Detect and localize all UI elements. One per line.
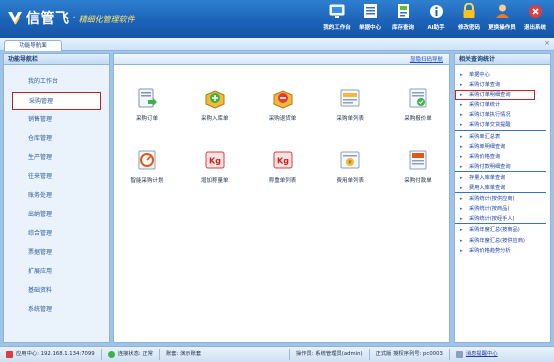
status-account: 账套: 演示账套: [160, 349, 290, 360]
tile-expense-list[interactable]: ¥ 费用单列表: [323, 140, 377, 202]
related-po-delivery-reminder[interactable]: 采购订单交货提醒: [455, 120, 546, 131]
sidebar-item-production[interactable]: 生产管理: [12, 149, 101, 167]
expense-list-icon: ¥: [338, 148, 362, 172]
inventory-query-icon: [394, 2, 412, 20]
app-header: 信管飞 · 精细化管理软件 我的工作台 单据中心 库存查询 AI助手 修改密码 …: [0, 0, 554, 38]
function-grid: 采购订单 采购入库单 采购退货单 采购单列表 采购报价单 智能采购计划 Kg 增…: [114, 78, 451, 202]
tile-purchase-inbound[interactable]: 采购入库单: [188, 78, 242, 140]
top-nav: 我的工作台 单据中心 库存查询 AI助手 修改密码 更换操作员 退出系统: [322, 2, 550, 36]
related-stats-by-supplier[interactable]: 采购统计(按供应商): [455, 194, 550, 204]
document-list-icon: [361, 2, 379, 20]
lock-icon: [460, 2, 478, 20]
exit-icon: [526, 2, 544, 20]
related-price-query[interactable]: 采购价格查询: [455, 152, 550, 162]
related-po-execution[interactable]: 采购订单执行情况: [455, 110, 550, 120]
status-server: 应用中心: 192.168.1.134:7099: [16, 351, 95, 357]
tile-purchase-quote[interactable]: 采购报价单: [391, 78, 445, 140]
status-connection: 连接状态: 正常: [117, 351, 153, 357]
sidebar-item-workbench[interactable]: 我的工作台: [12, 73, 101, 91]
related-title: 相关查询统计: [455, 54, 550, 65]
sidebar: 功能导航栏 我的工作台 采购管理 销售管理 仓库管理 生产管理 往来管理 账务处…: [3, 53, 110, 343]
sidebar-item-warehouse[interactable]: 仓库管理: [12, 130, 101, 148]
sidebar-item-bills[interactable]: 票据管理: [12, 244, 101, 262]
nav-exit-system[interactable]: 退出系统: [520, 2, 550, 36]
server-icon: [6, 351, 13, 358]
logo-mark-icon: [6, 9, 24, 27]
brand-name: 信管飞: [26, 11, 70, 27]
nav-document-center[interactable]: 单据中心: [355, 2, 385, 36]
related-po-detail-query[interactable]: 采购订单明细查询: [455, 90, 535, 100]
brand-logo: 信管飞 · 精细化管理软件: [6, 8, 135, 28]
user-icon: [493, 2, 511, 20]
sidebar-item-base-data[interactable]: 基础资料: [12, 282, 101, 300]
tab-function-navigation[interactable]: 功能导航面: [4, 40, 62, 51]
sidebar-item-accounts[interactable]: 往来管理: [12, 168, 101, 186]
sidebar-item-system[interactable]: 系统管理: [12, 301, 101, 319]
tile-weigh-bill-list[interactable]: Kg 称重单列表: [256, 140, 310, 202]
status-license: 正式版 授权序列号: pc0003: [370, 349, 450, 360]
related-price-trend[interactable]: 采购价格趋势分析: [455, 246, 550, 256]
message-center-link[interactable]: 消息提醒中心: [466, 349, 498, 360]
smart-plan-icon: [135, 148, 159, 172]
related-annual-by-product[interactable]: 采购年度汇总(按商品): [455, 225, 550, 235]
main-panel: 显隐扫码导航 采购订单 采购入库单 采购退货单 采购单列表 采购报价单 智能采购…: [113, 53, 450, 343]
related-stock-inbound-query[interactable]: 存量入库单查询: [455, 173, 550, 183]
sidebar-item-cashier[interactable]: 出纳管理: [12, 206, 101, 224]
nav-ai-assistant[interactable]: AI助手: [421, 2, 451, 36]
related-stats-by-handler[interactable]: 采购统计(按经手人): [455, 214, 546, 225]
monitor-icon: [328, 2, 346, 20]
svg-text:Kg: Kg: [277, 157, 289, 166]
payment-icon: [406, 148, 430, 172]
svg-text:Kg: Kg: [209, 157, 221, 166]
related-queries-panel: 相关查询统计 单据中心 采购订单查询 采购订单明细查询 采购订单统计 采购订单执…: [454, 53, 551, 343]
sidebar-item-general[interactable]: 综合管理: [12, 225, 101, 243]
sidebar-item-extensions[interactable]: 扩展应用: [12, 263, 101, 281]
purchase-inbound-icon: [203, 86, 227, 110]
tile-purchase-payment[interactable]: 采购付款单: [391, 140, 445, 202]
tile-smart-purchase-plan[interactable]: 智能采购计划: [120, 140, 174, 202]
weigh-add-icon: Kg: [203, 148, 227, 172]
purchase-quote-icon: [406, 86, 430, 110]
status-operator: 操作员: 系统管理员(admin): [290, 349, 370, 360]
weigh-list-icon: Kg: [271, 148, 295, 172]
nav-switch-operator[interactable]: 更换操作员: [487, 2, 517, 36]
nav-my-workbench[interactable]: 我的工作台: [322, 2, 352, 36]
tile-purchase-order[interactable]: 采购订单: [120, 78, 174, 140]
nav-change-password[interactable]: 修改密码: [454, 2, 484, 36]
brand-tagline: 精细化管理软件: [78, 15, 135, 24]
tile-purchase-return[interactable]: 采购退货单: [256, 78, 310, 140]
purchase-order-icon: [135, 86, 159, 110]
tile-purchase-list[interactable]: 采购单列表: [323, 78, 377, 140]
svg-text:¥: ¥: [349, 160, 352, 166]
related-po-query[interactable]: 采购订单查询: [455, 80, 550, 90]
tile-add-weigh-bill[interactable]: Kg 增加称量单: [188, 140, 242, 202]
related-document-center[interactable]: 单据中心: [455, 70, 550, 80]
related-purchase-detail[interactable]: 采购单明细查询: [455, 142, 550, 152]
related-payment-detail[interactable]: 采购付款明细查询: [455, 162, 546, 172]
status-bar: 应用中心: 192.168.1.134:7099 连接状态: 正常 账套: 演示…: [0, 346, 554, 362]
sidebar-title: 功能导航栏: [4, 54, 109, 65]
sidebar-item-sales[interactable]: 销售管理: [12, 111, 101, 129]
sidebar-item-bookkeeping[interactable]: 账务处理: [12, 187, 101, 205]
nav-inventory-query[interactable]: 库存查询: [388, 2, 418, 36]
info-icon: [427, 2, 445, 20]
toggle-scan-nav-link[interactable]: 显隐扫码导航: [410, 57, 443, 63]
related-annual-by-supplier[interactable]: 采购年度汇总(按供应商): [455, 236, 550, 246]
related-purchase-summary[interactable]: 采购单汇总表: [455, 132, 550, 142]
purchase-return-icon: [271, 86, 295, 110]
message-icon: [455, 351, 463, 358]
purchase-list-icon: [338, 86, 362, 110]
related-expense-inbound-query[interactable]: 费用入库单查询: [455, 183, 546, 193]
connected-icon: [107, 351, 115, 358]
close-icon[interactable]: ×: [544, 39, 550, 47]
related-stats-by-product[interactable]: 采购统计(按商品): [455, 204, 550, 214]
sidebar-item-purchase[interactable]: 采购管理: [12, 92, 101, 110]
related-po-stats[interactable]: 采购订单统计: [455, 100, 550, 110]
tab-strip: 功能导航面 ×: [0, 38, 554, 51]
